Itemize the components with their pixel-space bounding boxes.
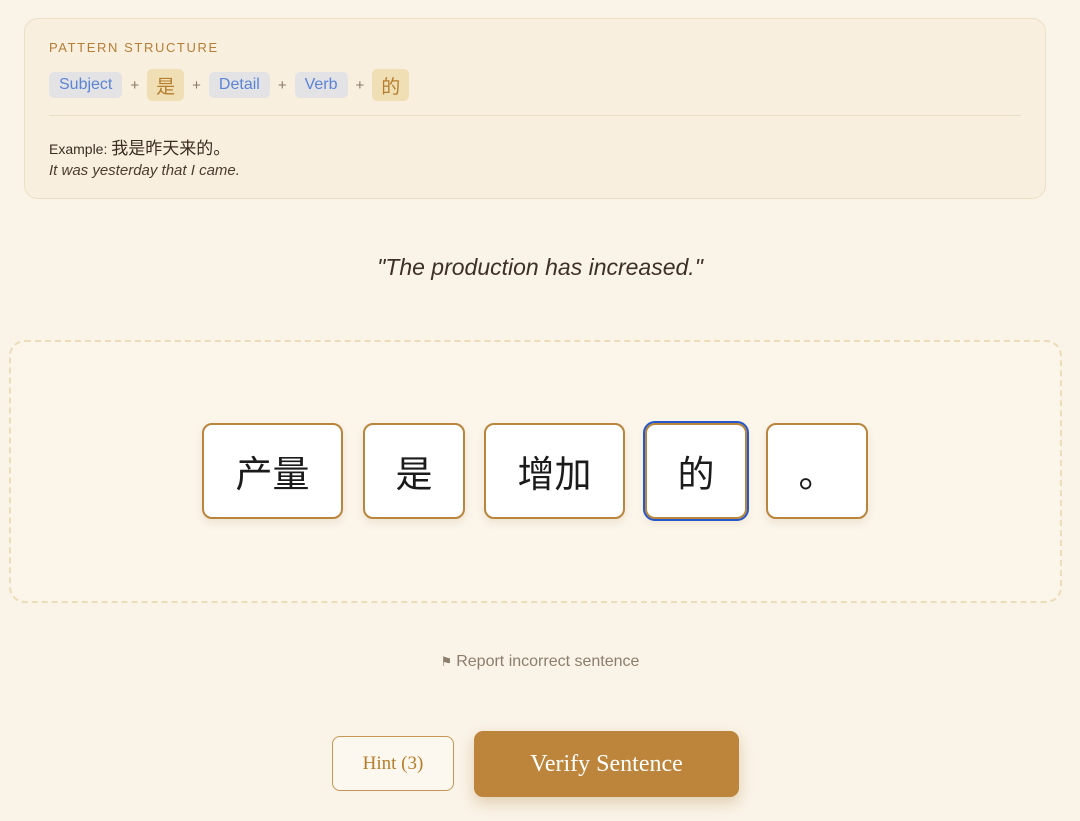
pattern-chip-de: 的 [372,69,410,101]
plus-separator: + [130,76,140,94]
example-translation: It was yesterday that I came. [49,162,240,179]
plus-separator: + [192,76,201,94]
hint-button[interactable]: Hint (3) [332,736,454,791]
pattern-chip-shi: 是 [147,69,185,101]
pattern-heading: PATTERN STRUCTURE [49,40,219,55]
example-label: Example: [49,141,108,157]
word-tile-de[interactable]: 的 [643,421,749,521]
pattern-chip-verb: Verb [294,72,348,98]
verify-sentence-button[interactable]: Verify Sentence [474,731,739,797]
pattern-structure-card: PATTERN STRUCTURE Subject + 是 + Detail +… [24,18,1046,199]
word-tile-chanliang[interactable]: 产量 [202,423,343,519]
word-tile-period[interactable]: 。 [766,423,868,519]
pattern-formula: Subject + 是 + Detail + Verb + 的 [49,68,410,102]
report-label: Report incorrect sentence [456,653,640,670]
plus-separator: + [277,76,287,94]
example-chinese: Example: 我是昨天来的。 [49,134,230,159]
plus-separator: + [355,76,365,94]
pattern-chip-subject: Subject [49,72,123,98]
pattern-chip-detail: Detail [208,72,270,98]
english-prompt: "The production has increased." [377,254,703,280]
example-sentence-zh: 我是昨天来的。 [111,139,231,159]
word-tile-shi[interactable]: 是 [363,423,465,519]
report-incorrect-link[interactable]: ⚑ Report incorrect sentence [0,653,1080,671]
word-tile-zengjia[interactable]: 增加 [484,423,625,519]
pattern-divider [49,115,1021,116]
flag-icon: ⚑ [440,654,453,669]
